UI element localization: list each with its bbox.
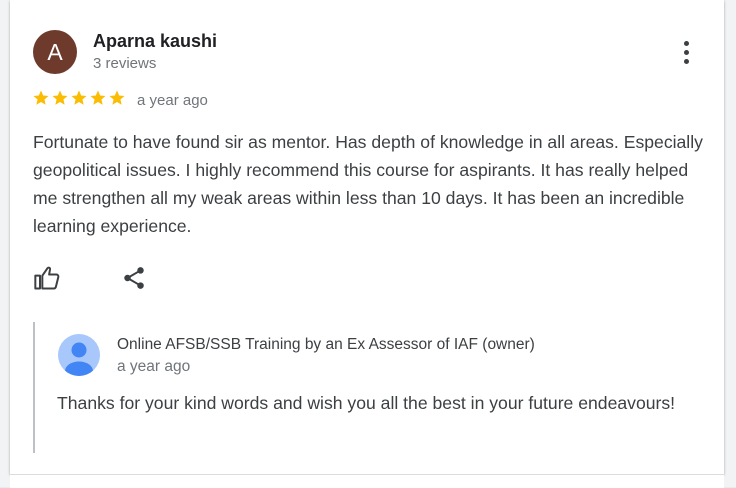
- more-options-button[interactable]: [674, 38, 698, 66]
- owner-reply-time: a year ago: [117, 358, 191, 375]
- share-button[interactable]: [121, 265, 147, 291]
- share-icon: [124, 267, 144, 289]
- review-card: A Aparna kaushi 3 reviews a year ago For…: [10, 0, 724, 474]
- thumbs-up-icon: [34, 266, 60, 290]
- next-review-card: [10, 474, 724, 488]
- star-icon: [90, 90, 106, 105]
- star-icon: [71, 90, 87, 105]
- star-icon: [33, 90, 49, 105]
- person-icon: [65, 342, 93, 376]
- reviewer-avatar[interactable]: A: [33, 30, 77, 74]
- adjacent-card-right: [724, 0, 736, 487]
- like-button[interactable]: [33, 264, 61, 292]
- owner-reply: Online AFSB/SSB Training by an Ex Assess…: [33, 322, 695, 453]
- star-icon: [52, 90, 68, 105]
- star-icon: [109, 90, 125, 105]
- owner-name: Online AFSB/SSB Training by an Ex Assess…: [117, 336, 535, 353]
- reviewer-avatar-initial: A: [47, 38, 63, 65]
- star-rating: [32, 89, 126, 107]
- review-time: a year ago: [137, 92, 208, 109]
- more-options-icon: [683, 40, 689, 46]
- review-text: Fortunate to have found sir as mentor. H…: [33, 132, 703, 236]
- adjacent-card-left: [0, 0, 10, 487]
- reviewer-review-count[interactable]: 3 reviews: [93, 55, 156, 72]
- owner-avatar: [58, 334, 100, 376]
- reviewer-name[interactable]: Aparna kaushi: [93, 31, 217, 52]
- owner-reply-text: Thanks for your kind words and wish you …: [57, 393, 676, 413]
